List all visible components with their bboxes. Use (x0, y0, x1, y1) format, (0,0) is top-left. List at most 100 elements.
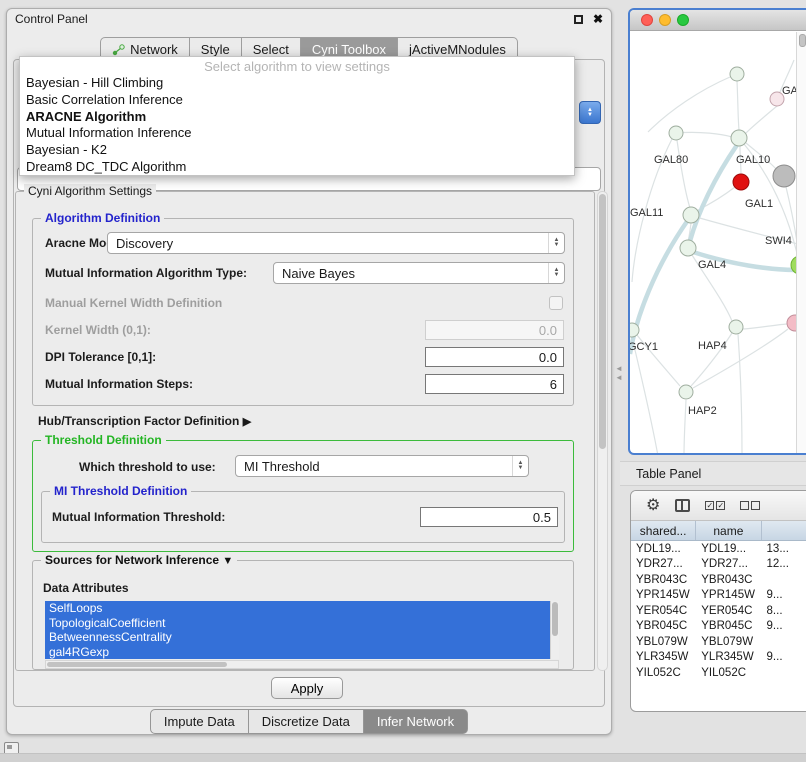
network-node[interactable] (729, 320, 743, 334)
table-cell: YBR043C (631, 574, 696, 586)
table-cell: YDL19... (696, 543, 761, 555)
network-edge (676, 133, 690, 208)
tab-label: jActiveMNodules (409, 42, 506, 57)
network-node[interactable] (630, 323, 639, 337)
table-column-header[interactable]: name (696, 521, 761, 540)
network-canvas[interactable]: GAL80GAL10GAL11GAL1SWI4GAL4GCY1HAP4HAP2G… (630, 32, 796, 453)
minimize-window-icon[interactable] (659, 14, 671, 26)
network-node[interactable] (787, 315, 796, 331)
network-node[interactable] (679, 385, 693, 399)
apply-button[interactable]: Apply (271, 677, 343, 699)
mi-type-select[interactable]: Naive Bayes ▲▼ (273, 262, 565, 284)
tab-label: Select (253, 42, 289, 57)
network-edge (648, 77, 730, 132)
which-threshold-select[interactable]: MI Threshold ▲▼ (235, 455, 529, 477)
table-cell: YBL079W (696, 636, 761, 648)
data-attribute-item[interactable]: gal4RGexp (45, 645, 550, 660)
scrollbar-thumb[interactable] (552, 602, 558, 636)
table-panel-header[interactable]: Table Panel (620, 461, 806, 486)
sources-title[interactable]: Sources for Network Inference ▼ (41, 553, 237, 567)
control-panel-titlebar[interactable]: Control Panel ✖ (7, 9, 611, 29)
network-node[interactable] (683, 207, 699, 223)
table-row[interactable]: YIL052CYIL052C (631, 665, 806, 681)
table-panel-window: ⚙ ✓ ✓ shared...name YDL19...YDL19...13..… (630, 490, 806, 712)
scrollbar-thumb[interactable] (47, 662, 227, 667)
network-window-titlebar[interactable] (630, 10, 806, 31)
manual-kernel-label: Manual Kernel Width Definition (45, 292, 222, 314)
network-edge (684, 400, 686, 453)
close-panel-icon[interactable]: ✖ (593, 12, 603, 26)
table-row[interactable]: YBR045CYBR045C9... (631, 619, 806, 635)
data-attribute-item[interactable]: SelfLoops (45, 601, 550, 616)
attributes-hscrollbar[interactable] (45, 660, 559, 669)
network-view-window: GAL80GAL10GAL11GAL1SWI4GAL4GCY1HAP4HAP2G… (628, 8, 806, 455)
mi-threshold-label: Mutual Information Threshold: (52, 506, 225, 528)
algorithm-option[interactable]: ARACNE Algorithm (20, 109, 574, 126)
gear-icon[interactable]: ⚙ (646, 498, 660, 514)
network-node[interactable] (730, 67, 744, 81)
tab-impute-data[interactable]: Impute Data (150, 709, 249, 734)
algorithm-option[interactable]: Bayesian - K2 (20, 142, 574, 159)
table-cell: YLR345W (696, 651, 761, 663)
collapse-down-icon[interactable]: ▼ (222, 555, 233, 567)
mi-steps-field[interactable]: 6 (425, 374, 564, 394)
settings-scrollbar[interactable] (597, 191, 608, 671)
algorithm-option[interactable]: Basic Correlation Inference (20, 92, 574, 109)
columns-icon[interactable] (675, 499, 690, 512)
table-row[interactable]: YLR345WYLR345W9... (631, 650, 806, 666)
combo-arrows-icon: ▲▼ (512, 456, 528, 476)
table-cell: 13... (762, 543, 806, 555)
network-node[interactable] (680, 240, 696, 256)
control-panel: Control Panel ✖ Network Style Select Cyn… (6, 8, 612, 735)
table-row[interactable]: YER054CYER054C8... (631, 603, 806, 619)
network-node-label: GAL80 (654, 154, 688, 166)
network-node[interactable] (733, 174, 749, 190)
algorithm-combobox-arrows[interactable]: ▲ ▼ (579, 101, 601, 124)
network-edge (746, 106, 777, 133)
which-threshold-label: Which threshold to use: (79, 456, 216, 478)
data-attribute-item[interactable]: TopologicalCoefficient (45, 616, 550, 631)
algorithm-option[interactable]: Dream8 DC_TDC Algorithm (20, 159, 574, 176)
dpi-tolerance-value: 0.0 (539, 350, 557, 365)
checked-box-icon: ✓ (705, 501, 714, 510)
table-row[interactable]: YBL079WYBL079W (631, 634, 806, 650)
scrollbar-thumb[interactable] (599, 194, 606, 449)
data-attribute-item[interactable]: BetweennessCentrality (45, 630, 550, 645)
tab-discretize-data[interactable]: Discretize Data (249, 709, 364, 734)
table-column-header[interactable] (762, 521, 806, 540)
show-columns-icon[interactable]: ✓ ✓ (705, 501, 725, 510)
dpi-tolerance-field[interactable]: 0.0 (425, 347, 564, 367)
zoom-window-icon[interactable] (677, 14, 689, 26)
scrollbar-thumb[interactable] (799, 34, 806, 47)
algorithm-option[interactable]: Mutual Information Inference (20, 125, 574, 142)
manual-kernel-checkbox[interactable] (549, 296, 563, 310)
aracne-mode-select[interactable]: Discovery ▲▼ (107, 232, 565, 254)
network-scrollbar[interactable] (796, 32, 806, 453)
kernel-width-field[interactable]: 0.0 (425, 320, 564, 340)
tab-infer-network[interactable]: Infer Network (364, 709, 468, 734)
hide-columns-icon[interactable] (740, 501, 760, 510)
control-panel-title: Control Panel (15, 12, 574, 26)
mi-threshold-definition-title: MI Threshold Definition (50, 484, 191, 498)
bottom-strip (0, 753, 806, 762)
table-row[interactable]: YDR27...YDR27...12... (631, 557, 806, 573)
network-node[interactable] (773, 165, 795, 187)
data-attributes-list[interactable]: SelfLoopsTopologicalCoefficientBetweenne… (45, 601, 559, 659)
network-node[interactable] (731, 130, 747, 146)
table-row[interactable]: YDL19...YDL19...13... (631, 541, 806, 557)
mi-threshold-field[interactable]: 0.5 (420, 507, 558, 527)
float-panel-icon[interactable] (574, 15, 583, 24)
table-column-header[interactable]: shared... (631, 521, 696, 540)
algorithm-option[interactable]: Bayesian - Hill Climbing (20, 75, 574, 92)
attributes-scrollbar[interactable] (550, 601, 559, 659)
panel-splitter-handle[interactable]: ◄◄ (615, 364, 623, 382)
table-cell: 9... (762, 589, 806, 601)
hub-definition-section[interactable]: Hub/Transcription Factor Definition ▶ (38, 414, 251, 428)
table-row[interactable]: YPR145WYPR145W9... (631, 588, 806, 604)
table-row[interactable]: YBR043CYBR043C (631, 572, 806, 588)
tab-label: Impute Data (164, 714, 235, 729)
network-node[interactable] (669, 126, 683, 140)
close-window-icon[interactable] (641, 14, 653, 26)
expand-right-icon[interactable]: ▶ (243, 416, 251, 428)
table-cell: YPR145W (631, 589, 696, 601)
